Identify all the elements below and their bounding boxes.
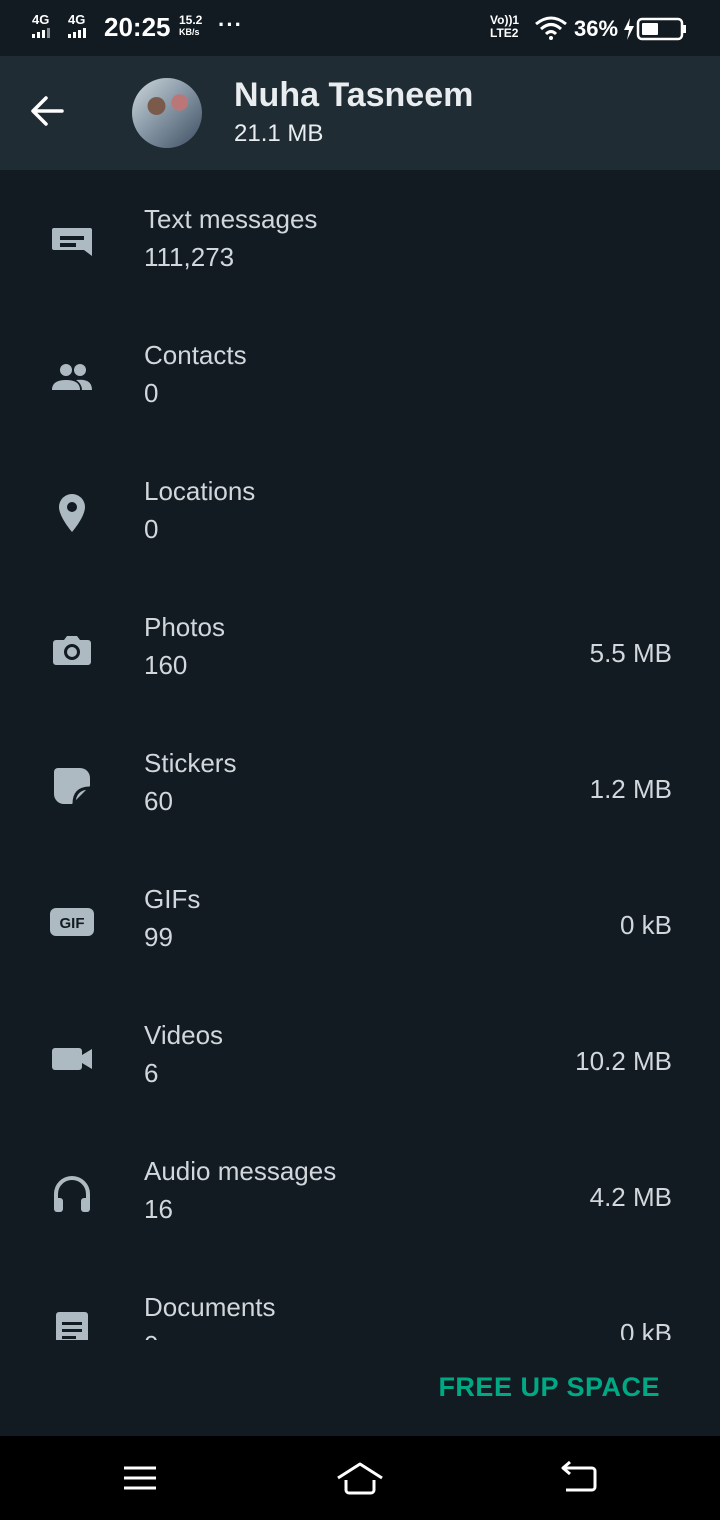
list-item-photos: Photos 160 5.5 MB [0,578,720,714]
item-size: 5.5 MB [589,638,672,668]
network-speed-unit: KB/s [179,27,200,37]
item-label: Documents [144,1292,276,1322]
item-size: 10.2 MB [575,1046,672,1076]
document-icon [56,1312,88,1340]
item-label: GIFs [144,884,201,914]
clock: 20:25 [104,12,171,42]
more-notifications-icon: ··· [218,12,243,37]
list-item-locations: Locations 0 [0,442,720,578]
list-item-documents: Documents 0 0 kB [0,1258,720,1340]
back-nav-icon[interactable] [556,1458,600,1498]
item-count: 60 [144,786,173,816]
item-label: Stickers [144,748,237,778]
item-count: 160 [144,650,188,680]
list-item-contacts: Contacts 0 [0,306,720,442]
volte-bottom: LTE2 [490,26,519,40]
svg-text:GIF: GIF [60,915,85,932]
signal-icon-2 [68,28,86,38]
item-size: 1.2 MB [589,774,672,804]
home-icon[interactable] [334,1458,386,1498]
message-icon [52,228,92,256]
item-count: 99 [144,922,173,952]
headphones-icon [54,1176,90,1212]
total-size: 21.1 MB [234,120,324,147]
list-item-audio-messages: Audio messages 16 4.2 MB [0,1122,720,1258]
menu-icon[interactable] [118,1458,162,1498]
item-count: 0 [144,514,159,544]
network-speed: 15.2 KB/s [179,14,202,38]
network-type-2: 4G [68,12,86,27]
status-bar: 4G 4G 20:25 15.2 KB/s ··· Vo))1 LTE2 36% [0,0,720,56]
network-speed-value: 15.2 [179,13,203,27]
item-label: Text messages [144,204,318,234]
back-arrow-icon[interactable] [26,90,68,132]
item-size: 0 kB [619,910,672,940]
item-size: 4.2 MB [589,1182,672,1212]
list-item-videos: Videos 6 10.2 MB [0,986,720,1122]
signal-icon-1 [32,28,50,38]
contact-avatar[interactable] [132,78,202,148]
battery-percent: 36% [574,16,619,41]
item-label: Audio messages [144,1156,337,1186]
free-up-space-button[interactable]: FREE UP SPACE [438,1372,660,1403]
sticker-icon [54,768,91,805]
battery-charging-icon [624,17,686,41]
list-item-text-messages: Text messages 111,273 [0,170,720,306]
network-type-1: 4G [32,12,50,27]
item-count: 0 [144,1330,158,1340]
item-label: Contacts [144,340,247,370]
contact-name: Nuha Tasneem [234,76,474,114]
app-bar: Nuha Tasneem 21.1 MB [0,56,720,170]
item-label: Videos [144,1020,224,1050]
item-label: Locations [144,476,256,506]
item-count: 6 [144,1058,159,1088]
item-label: Photos [144,612,225,642]
volte-indicator: Vo))1 LTE2 [490,14,519,40]
video-camera-icon [52,1048,92,1070]
item-count: 0 [144,378,159,408]
list-item-gifs: GIF GIFs 99 0 kB [0,850,720,986]
gif-icon: GIF [50,908,94,936]
item-count: 111,273 [144,242,235,272]
wifi-icon [535,16,567,40]
location-pin-icon [59,494,85,532]
item-count: 16 [144,1194,173,1224]
storage-breakdown-list: Text messages 111,273 Contacts 0 Locatio… [0,170,720,1340]
contacts-icon [52,364,92,390]
system-nav-bar [0,1436,720,1520]
item-size: 0 kB [619,1318,672,1340]
camera-icon [53,636,91,665]
list-item-stickers: Stickers 60 1.2 MB [0,714,720,850]
